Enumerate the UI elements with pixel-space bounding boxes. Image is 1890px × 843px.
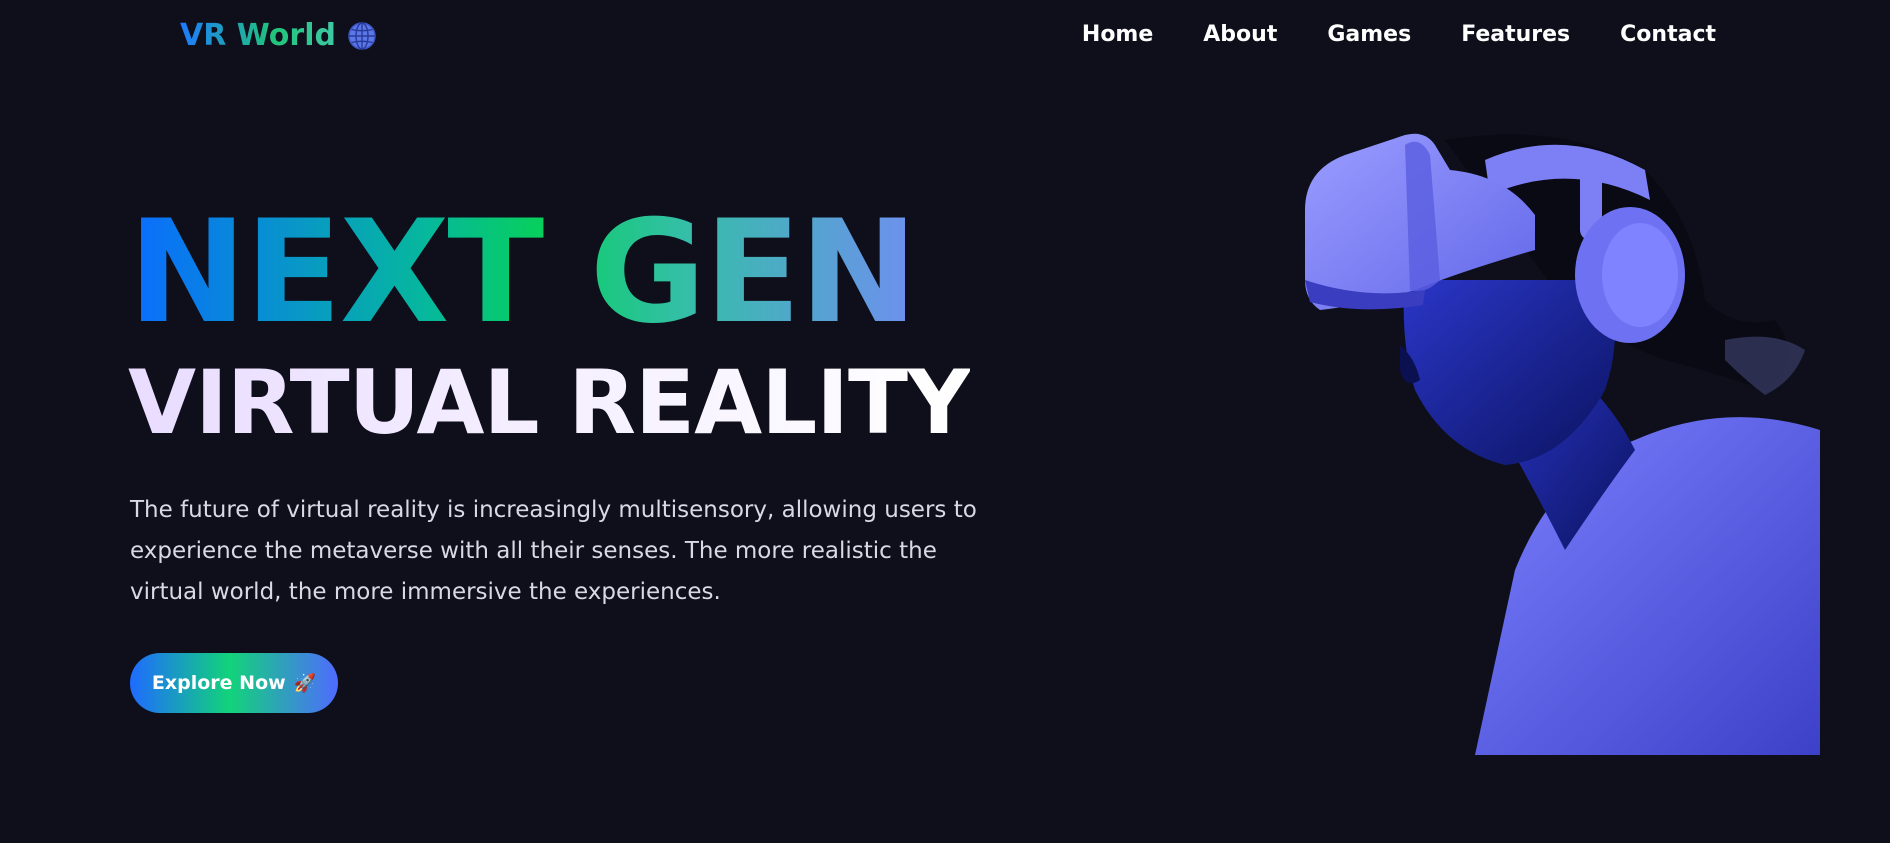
explore-now-button[interactable]: Explore Now 🚀	[130, 653, 338, 713]
nav-home[interactable]: Home	[1082, 18, 1153, 52]
landing-page: VR World Home About Games Features Conta…	[0, 0, 1890, 843]
site-logo[interactable]: VR World	[180, 14, 378, 58]
globe-icon	[348, 22, 376, 50]
nav-about[interactable]: About	[1203, 18, 1277, 52]
hero-description: The future of virtual reality is increas…	[130, 497, 977, 605]
rocket-icon: 🚀	[293, 672, 317, 694]
nav-contact[interactable]: Contact	[1620, 18, 1716, 52]
hero-title-primary: NEXT GEN	[128, 190, 918, 355]
nav-features[interactable]: Features	[1461, 18, 1570, 52]
vr-user-image	[1305, 133, 1820, 755]
main-nav: Home About Games Features Contact	[1082, 18, 1716, 52]
explore-now-label: Explore Now	[151, 672, 286, 694]
nav-games[interactable]: Games	[1327, 18, 1411, 52]
hero-title-secondary: VIRTUAL REALITY	[128, 348, 971, 458]
logo-text: VR World	[180, 14, 336, 58]
